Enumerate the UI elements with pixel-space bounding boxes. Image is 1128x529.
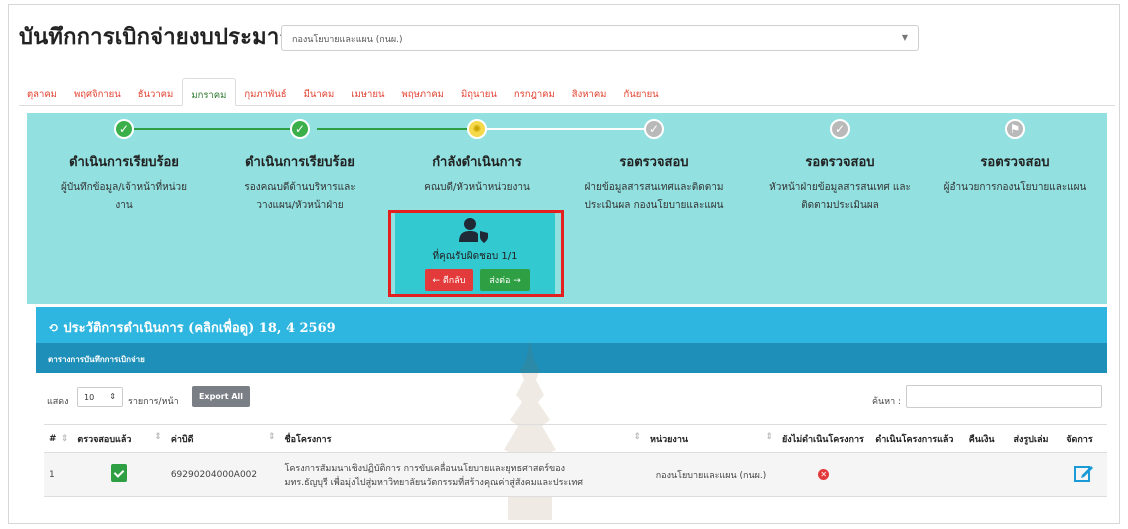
- step-title: กำลังดำเนินการ: [432, 155, 522, 170]
- col-header: ดำเนินโครงการแล้ว: [870, 424, 964, 453]
- col-header[interactable]: #: [44, 424, 73, 453]
- step-desc-line: ฝ่ายข้อมูลสารสนเทศและติดตาม: [584, 182, 724, 193]
- col-header: จัดการ: [1061, 424, 1107, 453]
- col-header[interactable]: ตรวจสอบแล้ว: [72, 424, 166, 453]
- history-bar[interactable]: ⟲ ประวัติการดำเนินการ (คลิกเพื่อดู) 18, …: [36, 307, 1107, 343]
- step-desc-line: รองคณบดีด้านบริหารและ: [244, 182, 356, 193]
- row-code: 69290204000A002: [165, 452, 280, 497]
- check-icon: ✓: [830, 119, 850, 139]
- tab-month[interactable]: กรกฎาคม: [506, 78, 564, 106]
- step-title: ดำเนินการเรียบร้อย: [69, 155, 179, 170]
- month-tabs: ตุลาคม พฤศจิกายน ธันวาคม มกราคม กุมภาพัน…: [19, 78, 1115, 106]
- page-size-value: 10: [84, 393, 95, 402]
- per-page-label: รายการ/หน้า: [128, 397, 179, 407]
- step-connector: [485, 128, 645, 130]
- chevron-updown-icon: ⇕: [109, 392, 116, 401]
- step-title: รอตรวจสอบ: [619, 155, 689, 170]
- step-desc: หัวหน้าฝ่ายข้อมูลสารสนเทศ และ ติดตามประเ…: [750, 179, 930, 215]
- highlight-box: [388, 210, 564, 297]
- unit-select[interactable]: กองนโยบายและแผน (กนผ.) ▼: [281, 25, 919, 51]
- tab-month[interactable]: สิงหาคม: [564, 78, 616, 106]
- step-desc: ผู้บันทึกข้อมูล/เจ้าหน้าที่หน่วย งาน: [34, 179, 214, 215]
- chevron-down-icon: ▼: [901, 33, 908, 42]
- step-desc-line: ประเมินผล กองนโยบายและแผน: [584, 200, 724, 211]
- tab-month[interactable]: พฤษภาคม: [393, 78, 453, 106]
- search-input[interactable]: [906, 385, 1102, 408]
- show-label: แสดง: [47, 397, 69, 407]
- step-title: ดำเนินการเรียบร้อย: [245, 155, 355, 170]
- step-desc-line: ติดตามประเมินผล: [801, 200, 879, 211]
- step-desc: รองคณบดีด้านบริหารและ วางแผน/หัวหน้าฝ่าย: [210, 179, 390, 215]
- x-circle-icon: ✕: [818, 469, 830, 480]
- col-header[interactable]: หน่วยงาน: [645, 424, 777, 453]
- col-header: ส่งรูปเล่ม: [1008, 424, 1062, 453]
- project-line: มทร.ธัญบุรี เพื่อมุ่งไปสู่มหาวิทยาลัยนวั…: [284, 477, 583, 488]
- tab-month[interactable]: พฤศจิกายน: [66, 78, 130, 106]
- flag-icon: ⚑: [1005, 119, 1025, 139]
- step-desc-line: ผู้อำนวยการกองนโยบายและแผน: [943, 182, 1087, 193]
- tab-month[interactable]: กันยายน: [615, 78, 667, 106]
- expense-table: # ตรวจสอบแล้ว ค่าบิดี ชื่อโครงการ หน่วยง…: [44, 424, 1107, 497]
- page-title: บันทึกการเบิกจ่ายงบประมาณ: [19, 25, 301, 50]
- history-icon: ⟲: [48, 321, 64, 336]
- col-header[interactable]: ค่าบิดี: [165, 424, 280, 453]
- edit-icon[interactable]: [1074, 463, 1094, 483]
- page-size-select[interactable]: 10 ⇕: [77, 387, 123, 407]
- project-line: โครงการสัมมนาเชิงปฏิบัติการ การขับเคลื่อ…: [284, 463, 566, 474]
- tab-month[interactable]: เมษายน: [343, 78, 393, 106]
- step-desc-line: งาน: [115, 200, 133, 211]
- step-desc: คณบดี/หัวหน้าหน่วยงาน: [387, 179, 567, 197]
- step-desc-line: ผู้บันทึกข้อมูล/เจ้าหน้าที่หน่วย: [60, 182, 188, 193]
- check-icon: ✓: [114, 119, 134, 139]
- col-header: คืนเงิน: [963, 424, 1009, 453]
- export-all-button[interactable]: Export All: [192, 386, 250, 407]
- clipboard-check-icon: [111, 464, 128, 482]
- step-title: รอตรวจสอบ: [805, 155, 875, 170]
- step-desc-line: วางแผน/หัวหน้าฝ่าย: [256, 200, 344, 211]
- tab-month[interactable]: ธันวาคม: [130, 78, 183, 106]
- tab-month-active[interactable]: มกราคม: [182, 78, 237, 106]
- step-connector: [317, 128, 475, 130]
- step-connector: [127, 128, 307, 130]
- history-title: ประวัติการดำเนินการ (คลิกเพื่อดู) 18, 4 …: [63, 321, 336, 336]
- unit-select-value: กองนโยบายและแผน (กนผ.): [292, 35, 403, 45]
- check-icon: ✓: [290, 119, 310, 139]
- row-unit: กองนโยบายและแผน (กนผ.): [645, 452, 777, 497]
- tab-month[interactable]: มีนาคม: [296, 78, 344, 106]
- step-desc-line: คณบดี/หัวหน้าหน่วยงาน: [424, 182, 530, 193]
- row-project: โครงการสัมมนาเชิงปฏิบัติการ การขับเคลื่อ…: [279, 452, 646, 497]
- tab-month[interactable]: ตุลาคม: [19, 78, 66, 106]
- tab-month[interactable]: กุมภาพันธ์: [236, 78, 295, 106]
- col-header: ยังไม่ดำเนินโครงการ: [777, 424, 871, 453]
- check-icon: ✓: [644, 119, 664, 139]
- step-desc-line: หัวหน้าฝ่ายข้อมูลสารสนเทศ และ: [769, 182, 911, 193]
- table-row: 1 69290204000A002 โครงการสัมมนาเชิงปฏิบั…: [44, 452, 1107, 497]
- table-section-bar: ตารางการบันทึกการเบิกจ่าย: [36, 343, 1107, 373]
- tab-month[interactable]: มิถุนายน: [453, 78, 506, 106]
- step-desc: ผู้อำนวยการกองนโยบายและแผน: [925, 179, 1105, 197]
- step-title: รอตรวจสอบ: [980, 155, 1050, 170]
- step-desc: ฝ่ายข้อมูลสารสนเทศและติดตาม ประเมินผล กอ…: [564, 179, 744, 215]
- workflow-panel: ✓ ✓ ✺ ✓ ✓ ⚑ ดำเนินการเรียบร้อย ดำเนินการ…: [27, 113, 1107, 304]
- col-header[interactable]: ชื่อโครงการ: [279, 424, 646, 453]
- row-number: 1: [44, 452, 73, 497]
- spinner-icon: ✺: [467, 119, 487, 139]
- search-label: ค้นหา :: [872, 397, 902, 407]
